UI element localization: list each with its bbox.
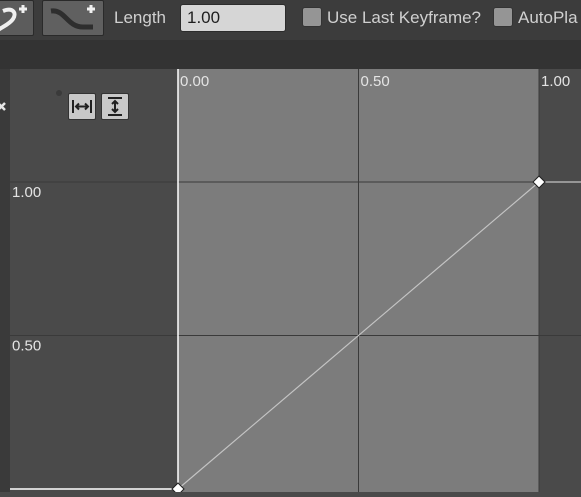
toolbar-divider	[0, 40, 581, 69]
curve-graph[interactable]: 0.00 0.50 1.00 1.00 0.50	[0, 69, 581, 496]
add-key-icon	[0, 5, 27, 32]
fit-vertical-icon	[108, 97, 122, 116]
length-label: Length	[114, 8, 166, 27]
value-tick-label: 0.50	[12, 338, 41, 355]
autoplay-label: AutoPla	[518, 8, 578, 27]
add-curve-icon	[50, 5, 95, 30]
curve-graph-canvas[interactable]: 0.00 0.50 1.00 1.00 0.50	[0, 69, 581, 496]
time-tick-label: 0.50	[361, 73, 390, 90]
fit-horizontal-icon	[72, 100, 92, 113]
time-tick-label: 0.00	[180, 73, 209, 90]
curve-editor-toolbar: Length 1.00 Use Last Keyframe? AutoPla	[0, 0, 581, 40]
graph-left-border	[0, 69, 10, 492]
length-input[interactable]: 1.00	[180, 4, 286, 32]
use-last-keyframe-label: Use Last Keyframe?	[327, 8, 482, 27]
fit-horizontal-button[interactable]	[68, 93, 96, 120]
fit-vertical-button[interactable]	[101, 93, 129, 120]
add-curve-button[interactable]	[42, 0, 104, 36]
add-key-button[interactable]	[0, 0, 34, 36]
graph-dot	[56, 90, 62, 96]
time-tick-label: 1.00	[541, 73, 570, 90]
value-tick-label: 1.00	[12, 184, 41, 201]
use-last-keyframe-checkbox[interactable]	[302, 7, 322, 27]
autoplay-checkbox[interactable]	[493, 7, 513, 27]
